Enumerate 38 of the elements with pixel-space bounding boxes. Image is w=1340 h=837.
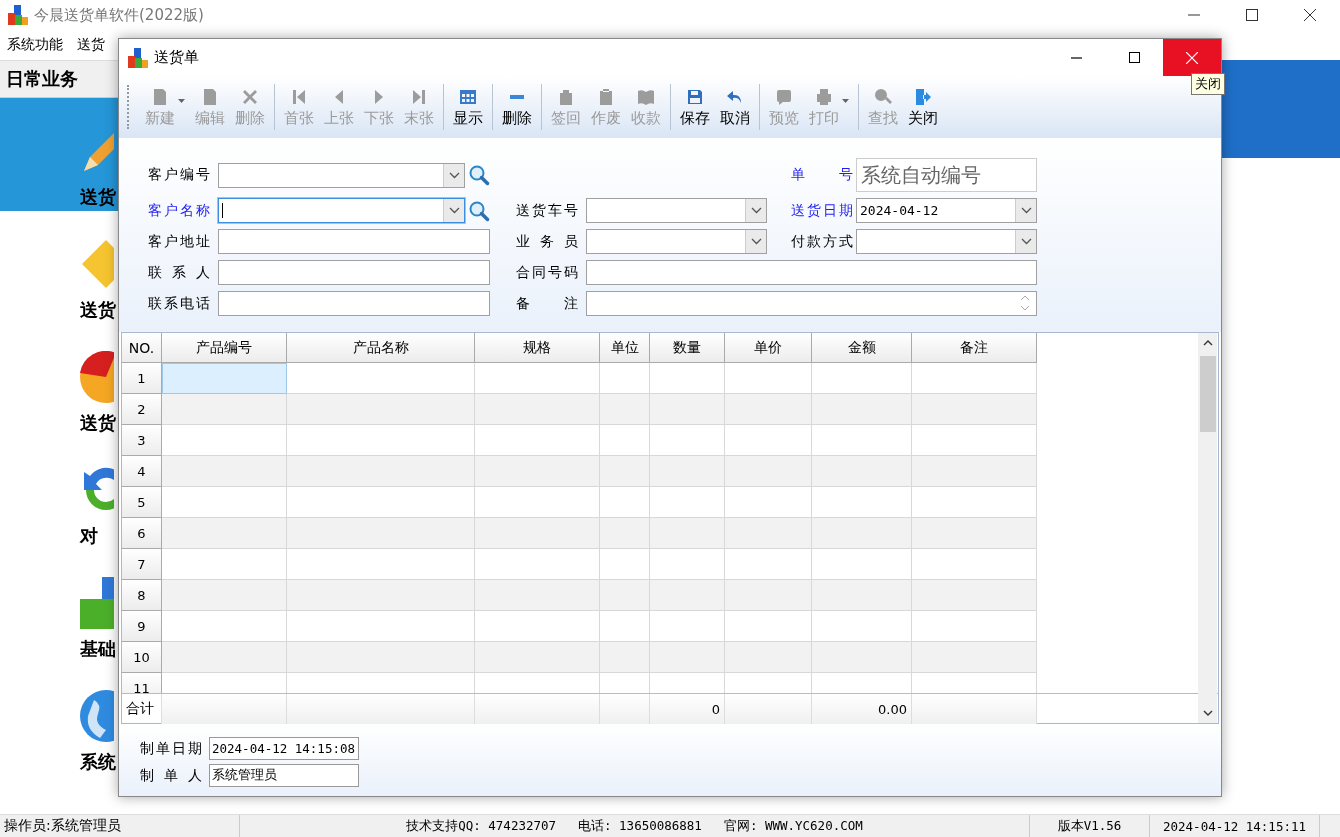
row-number: 4 [122,456,162,487]
order-number-field: 系统自动编号 [856,158,1037,192]
field-label: 客户名称 [148,201,210,220]
field-label: 合同号码 [516,263,578,282]
tooltip: 关闭 [1191,73,1225,95]
field-label: 备 注 [516,294,578,313]
field-label: 制 单 人 [140,766,202,785]
window-title: 今晨送货单软件(2022版) [34,5,204,25]
field-label: 送货日期 [791,201,853,220]
status-text: 版本V1.56 [1030,815,1150,837]
field-label: 联 系 人 [148,263,210,282]
table-cell: 0.00 [812,694,912,724]
row-number: 6 [122,518,162,549]
row-number: 9 [122,611,162,642]
field-label: 业 务 员 [516,232,578,251]
status-text: 操作员:系统管理员 [0,815,240,837]
field-label: 送货车号 [516,201,578,220]
status-text: 电话: 13650086881 [578,817,702,835]
field-label: 单 号 [791,166,853,184]
field-label: 联系电话 [148,294,210,313]
row-number: 8 [122,580,162,611]
field-label: 付款方式 [791,232,853,251]
row-number: 2 [122,394,162,425]
status-text: 官网: WWW.YC620.COM [723,817,863,835]
input-field: 系统管理员 [209,764,359,787]
field-label: 制单日期 [140,739,202,758]
input-field: 2024-04-12 14:15:08 [209,737,359,760]
status-text: 2024-04-12 14:15:11 [1150,815,1320,837]
row-number: 3 [122,425,162,456]
table-cell: 0 [650,694,725,724]
row-number: 5 [122,487,162,518]
field-label: 客户编号 [148,166,210,184]
row-number: 10 [122,642,162,673]
row-number: 11 [122,673,162,693]
status-text: 技术支持QQ: 474232707 [406,817,557,835]
row-number: 1 [122,363,162,394]
field-label: 客户地址 [148,232,210,251]
row-number: 7 [122,549,162,580]
